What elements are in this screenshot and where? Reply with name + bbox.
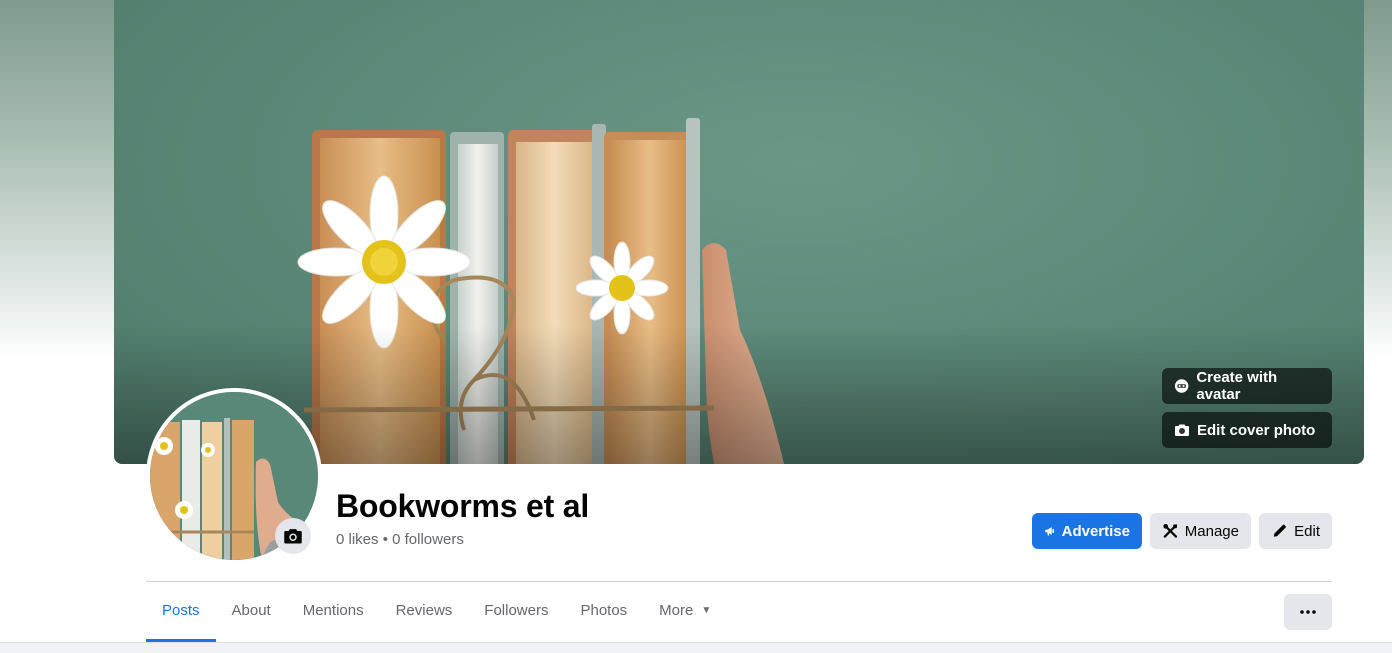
tab-label: Photos — [580, 602, 628, 619]
feed-background — [0, 642, 1392, 653]
likes-count[interactable]: 0 likes — [336, 531, 379, 548]
edit-button[interactable]: Edit — [1259, 513, 1332, 549]
caret-down-icon: ▼ — [701, 605, 712, 616]
cover-photo[interactable]: Create with avatar Edit cover photo — [114, 0, 1364, 464]
camera-icon — [284, 529, 302, 544]
tab-label: Reviews — [395, 602, 453, 619]
stats-separator: • — [378, 531, 393, 548]
edit-cover-photo-button[interactable]: Edit cover photo — [1162, 412, 1332, 448]
page-tabs: Posts About Mentions Reviews Followers P… — [146, 582, 727, 642]
avatar-icon — [1174, 379, 1189, 393]
tab-label: Followers — [484, 602, 549, 619]
page-actions: Advertise Manage Edit — [1032, 513, 1332, 549]
manage-label: Manage — [1184, 522, 1239, 540]
tab-label: Posts — [162, 602, 200, 619]
page-stats: 0 likes • 0 followers — [336, 531, 464, 548]
tools-icon — [1163, 524, 1178, 538]
tab-posts[interactable]: Posts — [146, 582, 216, 642]
tab-label: More — [659, 602, 694, 619]
tab-followers[interactable]: Followers — [468, 582, 564, 642]
page-header: Create with avatar Edit cover photo Book… — [0, 0, 1392, 653]
tab-label: About — [231, 602, 271, 619]
tab-reviews[interactable]: Reviews — [380, 582, 469, 642]
create-with-avatar-button[interactable]: Create with avatar — [1162, 368, 1332, 404]
create-with-avatar-label: Create with avatar — [1196, 369, 1278, 403]
page-title: Bookworms et al — [336, 488, 590, 524]
tab-about[interactable]: About — [216, 582, 287, 642]
followers-count[interactable]: 0 followers — [392, 531, 464, 548]
advertise-label: Advertise — [1061, 522, 1130, 540]
advertise-button[interactable]: Advertise — [1032, 513, 1142, 549]
manage-button[interactable]: Manage — [1150, 513, 1251, 549]
tab-more[interactable]: More ▼ — [643, 582, 727, 642]
more-options-button[interactable] — [1284, 594, 1332, 630]
tab-label: Mentions — [302, 602, 364, 619]
camera-icon — [1175, 424, 1189, 436]
edit-label: Edit — [1294, 522, 1320, 540]
edit-cover-photo-label: Edit cover photo — [1197, 421, 1316, 439]
update-profile-picture-button[interactable] — [275, 518, 311, 554]
megaphone-icon — [1045, 527, 1055, 536]
tab-mentions[interactable]: Mentions — [287, 582, 380, 642]
ellipsis-icon — [1300, 610, 1316, 614]
pencil-icon — [1273, 524, 1286, 537]
tab-photos[interactable]: Photos — [564, 582, 643, 642]
